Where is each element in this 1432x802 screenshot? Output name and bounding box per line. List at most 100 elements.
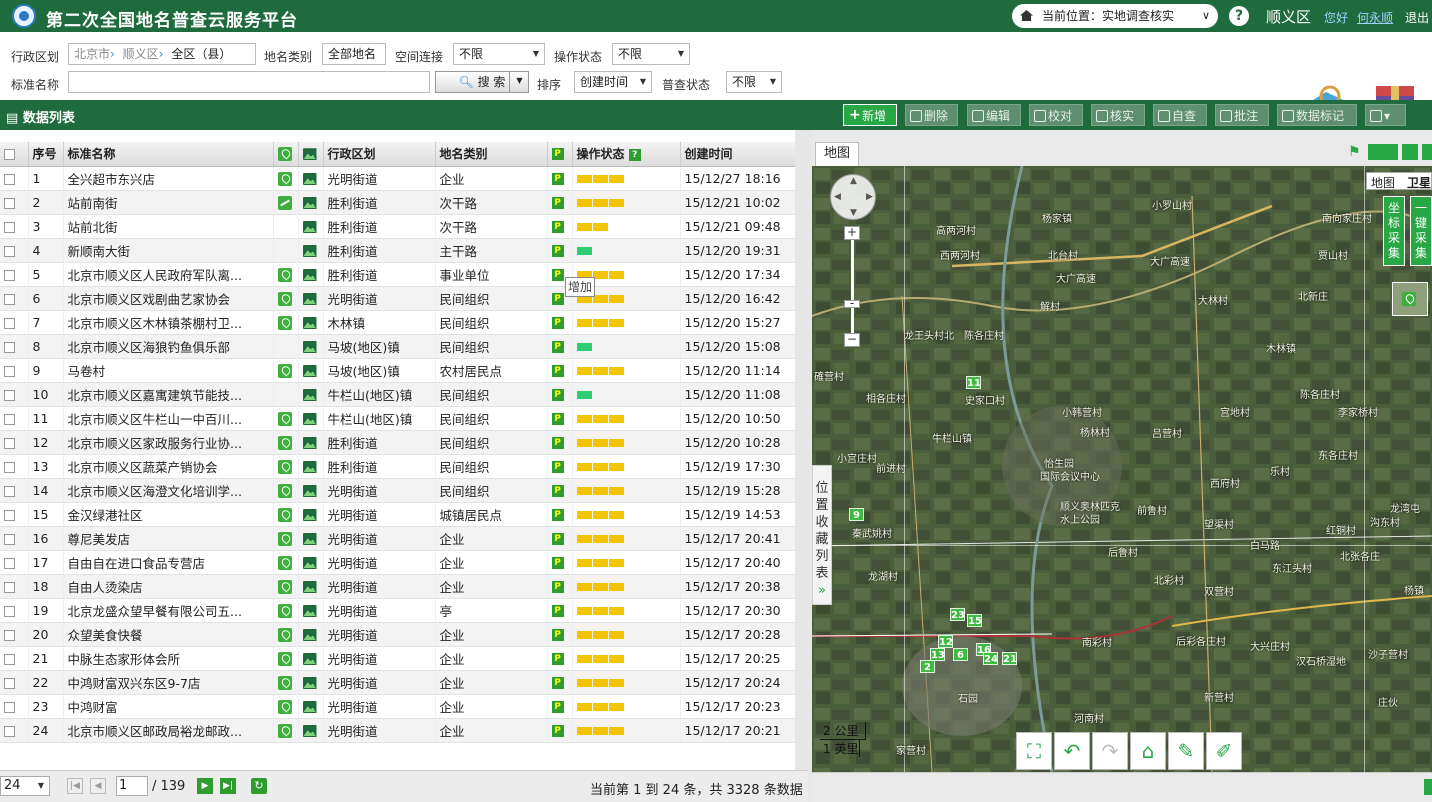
row-image[interactable] — [298, 406, 324, 431]
row-location[interactable] — [273, 334, 299, 359]
row-parking[interactable]: P — [547, 430, 573, 455]
row-name[interactable]: 北京市顺义区海狼钓鱼俱乐部 — [63, 334, 274, 359]
p-badge-icon[interactable]: P — [551, 437, 564, 449]
p-badge-icon[interactable]: P — [551, 533, 564, 545]
region-crumb-2[interactable]: 顺义区› — [123, 47, 164, 61]
first-page-button[interactable]: |◀ — [67, 778, 83, 794]
proofread-button[interactable]: 校对 — [1029, 104, 1083, 126]
image-icon[interactable] — [302, 437, 317, 449]
row-image[interactable] — [298, 286, 324, 311]
pan-control[interactable]: ▲ ▼ ◀ ▶ — [830, 174, 876, 220]
location-pin-icon[interactable] — [277, 291, 292, 306]
row-location[interactable] — [273, 430, 299, 455]
col-header-region[interactable]: 行政区划 — [323, 142, 436, 167]
location-pin-icon[interactable] — [277, 699, 292, 714]
row-location[interactable] — [273, 574, 299, 599]
row-checkbox[interactable] — [0, 166, 29, 191]
image-icon[interactable] — [302, 293, 317, 305]
p-badge-icon[interactable]: P — [551, 413, 564, 425]
row-checkbox[interactable] — [0, 574, 29, 599]
username-link[interactable]: 何永顺 — [1357, 9, 1393, 26]
row-image[interactable] — [298, 718, 324, 743]
table-row[interactable]: 4 新顺南大街 胜利街道 主干路 P 15/12/20 19:31 — [0, 238, 796, 263]
p-badge-icon[interactable]: P — [551, 557, 564, 569]
p-badge-icon[interactable]: P — [551, 317, 564, 329]
redo-icon[interactable]: ↷ — [1092, 732, 1128, 770]
favorites-list-panel[interactable]: 位置收藏列表 » — [812, 465, 832, 605]
row-location[interactable] — [273, 694, 299, 719]
p-badge-icon[interactable]: P — [551, 509, 564, 521]
row-location[interactable] — [273, 166, 299, 191]
table-row[interactable]: 11 北京市顺义区牛栏山一中百川... 牛栏山(地区)镇 民间组织 P 15/12/20 … — [0, 406, 796, 431]
row-name[interactable]: 北京市顺义区人民政府军队离... — [63, 262, 274, 287]
image-icon[interactable] — [302, 245, 317, 257]
draw-line-icon[interactable]: ✎ — [1168, 732, 1204, 770]
zoom-in-button[interactable]: + — [844, 226, 860, 240]
row-name[interactable]: 自由人烫染店 — [63, 574, 274, 599]
draw-polygon-icon[interactable]: ✐ — [1206, 732, 1242, 770]
row-location[interactable] — [273, 286, 299, 311]
op-status-select[interactable]: 不限 — [612, 43, 690, 65]
row-name[interactable]: 北京龙盛众望早餐有限公司五... — [63, 598, 274, 623]
data-mark-button[interactable]: 数据标记 — [1277, 104, 1357, 126]
row-parking[interactable]: P — [547, 190, 573, 215]
table-row[interactable]: 18 自由人烫染店 光明街道 企业 P 15/12/17 20:38 — [0, 574, 796, 599]
annotate-button[interactable]: 批注 — [1215, 104, 1269, 126]
row-parking[interactable]: P — [547, 574, 573, 599]
image-icon[interactable] — [302, 173, 317, 185]
map-tool-1[interactable] — [1368, 144, 1398, 160]
map-type-switch[interactable]: 地图 卫星 — [1366, 172, 1432, 190]
coord-collect-button[interactable]: 坐标采集 — [1383, 196, 1405, 266]
row-checkbox[interactable] — [0, 526, 29, 551]
p-badge-icon[interactable]: P — [551, 461, 564, 473]
row-checkbox[interactable] — [0, 478, 29, 503]
logout-link[interactable]: 退出 — [1405, 9, 1429, 26]
table-row[interactable]: 22 中鸿财富双兴东区9-7店 光明街道 企业 P 15/12/17 20:24 — [0, 670, 796, 695]
row-name[interactable]: 北京市顺义区戏剧曲艺家协会 — [63, 286, 274, 311]
spatial-link-select[interactable]: 不限 — [453, 43, 545, 65]
row-checkbox[interactable] — [0, 622, 29, 647]
row-parking[interactable]: P — [547, 502, 573, 527]
row-parking[interactable]: P — [547, 334, 573, 359]
row-name[interactable]: 金汉绿港社区 — [63, 502, 274, 527]
row-name[interactable]: 北京市顺义区木林镇茶棚村卫... — [63, 310, 274, 335]
row-checkbox[interactable] — [0, 502, 29, 527]
zoom-slider[interactable] — [851, 230, 854, 338]
row-image[interactable] — [298, 238, 324, 263]
table-row[interactable]: 16 尊尼美发店 光明街道 企业 P 15/12/17 20:41 — [0, 526, 796, 551]
p-badge-icon[interactable]: P — [551, 653, 564, 665]
table-row[interactable]: 14 北京市顺义区海澄文化培训学... 光明街道 民间组织 P 15/12/19 15:2… — [0, 478, 796, 503]
self-check-button[interactable]: 自查 — [1153, 104, 1207, 126]
row-parking[interactable]: P — [547, 382, 573, 407]
row-image[interactable] — [298, 430, 324, 455]
p-badge-icon[interactable]: P — [551, 341, 564, 353]
last-page-button[interactable]: ▶| — [220, 778, 236, 794]
row-image[interactable] — [298, 550, 324, 575]
row-image[interactable] — [298, 358, 324, 383]
p-badge-icon[interactable]: P — [551, 581, 564, 593]
location-pin-icon[interactable] — [277, 579, 292, 594]
col-header-location[interactable] — [273, 142, 299, 167]
row-location[interactable] — [273, 454, 299, 479]
status-help-icon[interactable]: ? — [628, 148, 641, 161]
row-parking[interactable]: P — [547, 478, 573, 503]
row-name[interactable]: 尊尼美发店 — [63, 526, 274, 551]
expand-icon[interactable]: » — [818, 583, 826, 598]
col-header-image[interactable] — [298, 142, 324, 167]
row-location[interactable] — [273, 358, 299, 383]
region-crumb-1[interactable]: 北京市› — [74, 47, 115, 61]
location-pin-icon[interactable] — [277, 267, 292, 282]
row-name[interactable]: 站前北街 — [63, 214, 274, 239]
image-icon[interactable] — [302, 557, 317, 569]
row-name[interactable]: 北京市顺义区家政服务行业协... — [63, 430, 274, 455]
p-badge-icon[interactable]: P — [551, 701, 564, 713]
fullscreen-icon[interactable]: ⛶ — [1016, 732, 1052, 770]
map-cluster-marker[interactable]: 6 — [953, 648, 968, 661]
row-name[interactable]: 北京市顺义区嘉寓建筑节能技... — [63, 382, 274, 407]
col-header-name[interactable]: 标准名称 — [63, 142, 274, 167]
row-checkbox[interactable] — [0, 598, 29, 623]
row-image[interactable] — [298, 694, 324, 719]
location-pin-icon[interactable] — [277, 627, 292, 642]
delete-button[interactable]: 删除 — [905, 104, 958, 126]
image-icon[interactable] — [302, 677, 317, 689]
